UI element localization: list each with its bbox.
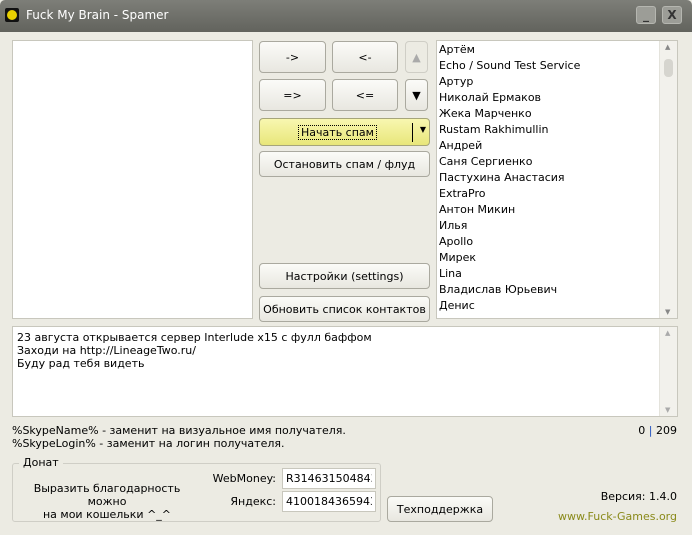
support-button[interactable]: Техподдержка	[387, 496, 493, 522]
message-textarea[interactable]: 23 августа открывается сервер Interlude …	[12, 326, 678, 417]
webmoney-label: WebMoney:	[212, 472, 276, 485]
scroll-up-icon[interactable]: ▲	[665, 329, 670, 337]
yandex-field[interactable]	[282, 491, 376, 512]
contact-item[interactable]: Apollo	[437, 234, 659, 250]
donate-groupbox: Донат Выразить благодарность можно на мо…	[12, 456, 381, 522]
contact-item[interactable]: Жека Марченко	[437, 106, 659, 122]
move-all-right-button[interactable]: =>	[259, 79, 326, 111]
message-line: Буду рад тебя видеть	[17, 357, 145, 370]
contact-item[interactable]: Денис	[437, 298, 659, 314]
scrollbar-thumb[interactable]	[664, 59, 673, 77]
selected-recipients-list[interactable]	[12, 40, 253, 319]
move-down-button[interactable]: ▼	[405, 79, 428, 111]
message-scrollbar[interactable]: ▲ ▼	[659, 327, 677, 416]
message-line: Заходи на http://LineageTwo.ru/	[17, 344, 196, 357]
chevron-down-icon[interactable]: ▼	[420, 125, 426, 134]
scroll-down-icon[interactable]: ▼	[665, 308, 670, 316]
minimize-button[interactable]: _	[636, 6, 656, 24]
contact-item[interactable]: Lina	[437, 266, 659, 282]
contact-item[interactable]: Пастухина Анастасия	[437, 170, 659, 186]
title-bar: Fuck My Brain - Spamer _ X	[0, 0, 692, 32]
stop-spam-button[interactable]: Остановить спам / флуд	[259, 151, 430, 177]
start-spam-label: Начать спам	[298, 124, 377, 140]
contact-item[interactable]: Антон Микин	[437, 202, 659, 218]
contact-item[interactable]: Rustam Rakhimullin	[437, 122, 659, 138]
contacts-scrollbar[interactable]: ▲ ▼	[659, 41, 677, 318]
arrow-up-icon: ▲	[412, 50, 421, 64]
start-spam-button[interactable]: Начать спам ▼	[259, 118, 430, 146]
site-link[interactable]: www.Fuck-Games.org	[558, 510, 677, 523]
contact-item[interactable]: Артур	[437, 74, 659, 90]
close-button[interactable]: X	[662, 6, 682, 24]
window-title: Fuck My Brain - Spamer	[26, 8, 169, 22]
hint-skypelogin: %SkypeLogin% - заменит на логин получате…	[12, 437, 285, 450]
scroll-down-icon[interactable]: ▼	[665, 406, 670, 414]
arrow-down-icon: ▼	[412, 88, 421, 102]
counter-separator: |	[648, 424, 653, 437]
contact-item[interactable]: Андрей	[437, 138, 659, 154]
sent-count: 0	[638, 424, 646, 437]
move-up-button[interactable]: ▲	[405, 41, 428, 73]
settings-button[interactable]: Настройки (settings)	[259, 263, 430, 289]
move-right-button[interactable]: ->	[259, 41, 326, 73]
message-line: 23 августа открывается сервер Interlude …	[17, 331, 372, 344]
donate-text: Выразить благодарность можно на мои коше…	[17, 482, 197, 521]
scroll-up-icon[interactable]: ▲	[665, 43, 670, 51]
contact-item[interactable]: Мирек	[437, 250, 659, 266]
contact-item[interactable]: Саня Сергиенко	[437, 154, 659, 170]
donate-text-line1: Выразить благодарность можно	[33, 482, 181, 508]
version-label: Версия: 1.4.0	[600, 490, 677, 503]
app-logo-icon	[5, 8, 19, 22]
refresh-contacts-button[interactable]: Обновить список контактов	[259, 296, 430, 322]
contact-item[interactable]: Владислав Юрьевич	[437, 282, 659, 298]
webmoney-field[interactable]	[282, 468, 376, 489]
contact-item[interactable]: Илья	[437, 218, 659, 234]
sent-counter: 0 | 209	[638, 424, 677, 437]
hint-skypename: %SkypeName% - заменит на визуальное имя …	[12, 424, 346, 437]
move-left-button[interactable]: <-	[332, 41, 398, 73]
move-all-left-button[interactable]: <=	[332, 79, 398, 111]
contact-item[interactable]: Echo / Sound Test Service	[437, 58, 659, 74]
contact-item[interactable]: Артём	[437, 42, 659, 58]
contact-item[interactable]: Николай Ермаков	[437, 90, 659, 106]
donate-title: Донат	[19, 456, 63, 469]
contacts-list[interactable]: Артём Echo / Sound Test Service Артур Никол…	[436, 40, 678, 319]
total-count: 209	[656, 424, 677, 437]
yandex-label: Яндекс:	[230, 495, 276, 508]
donate-text-line2: на мои кошельки ^_^	[42, 508, 172, 521]
contact-item[interactable]: ExtraPro	[437, 186, 659, 202]
